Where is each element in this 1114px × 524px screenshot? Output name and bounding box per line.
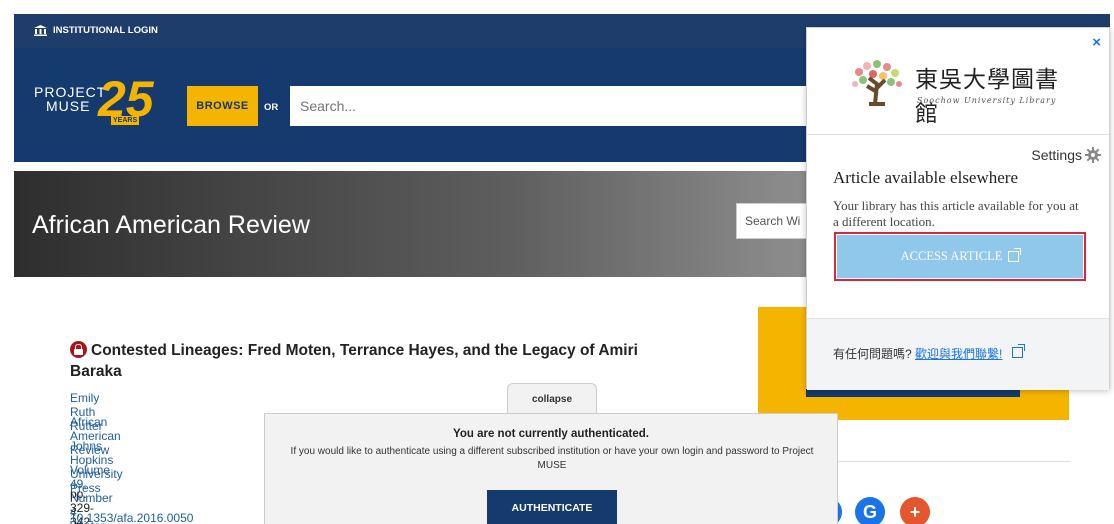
popup-body: Your library has this article available … [833,198,1079,229]
or-label: OR [264,102,279,113]
external-link-icon[interactable] [1011,344,1025,358]
browse-button[interactable]: BROWSE [187,86,258,126]
logo-muse-text: MUSE [46,98,91,114]
auth-description: If you would like to authenticate using … [290,446,814,471]
project-muse-logo[interactable]: PROJECT MUSE 25 YEARS [34,74,174,140]
lock-icon [70,341,87,358]
journal-title[interactable]: African American Review [32,211,310,240]
site-search-input[interactable] [290,86,830,126]
collapse-tab[interactable]: collapse [507,383,597,415]
tree-logo-icon [852,60,902,106]
divider [808,461,1070,462]
library-name: 東吳大學圖書館 [915,67,1059,127]
library-subtitle: Soochow University Library [917,96,1057,105]
google-share-icon[interactable]: G [855,497,885,524]
gear-icon [1085,147,1101,163]
settings-link[interactable]: Settings [1031,147,1101,163]
help-text: 有任何問題嗎? 歡迎與我們聯繫! [833,344,1025,362]
library-access-popup: × 東吳大學圖書館 Soochow University Library Set… [806,27,1110,390]
institutional-login-label: INSTITUTIONAL LOGIN [53,25,158,36]
institutional-login-link[interactable]: INSTITUTIONAL LOGIN [34,25,158,36]
contact-link[interactable]: 歡迎與我們聯繫! [915,347,1002,361]
popup-heading: Article available elsewhere [833,168,1019,187]
popup-separator [807,134,1109,135]
external-link-icon [1008,248,1022,262]
access-article-label: ACCESS ARTICLE [900,249,1003,263]
logo-years-text: YEARS [111,116,140,125]
institution-icon [34,25,47,36]
authenticate-button[interactable]: AUTHENTICATE [487,490,617,524]
article-title-text: Contested Lineages: Fred Moten, Terrance… [70,342,638,380]
add-share-icon[interactable]: + [900,497,930,524]
close-icon[interactable]: × [1092,34,1101,51]
question-text: 有任何問題嗎? [833,347,912,361]
auth-title: You are not currently authenticated. [453,428,649,440]
doi-link[interactable]: 10.1353/afa.2016.0050 [70,511,193,524]
search-within-input[interactable]: Search Wi [736,203,816,239]
settings-label: Settings [1031,147,1082,163]
access-article-button[interactable]: ACCESS ARTICLE [837,235,1083,278]
library-logo: 東吳大學圖書館 Soochow University Library [847,54,1077,127]
popup-footer: 有任何問題嗎? 歡迎與我們聯繫! [807,318,1109,390]
authentication-panel: You are not currently authenticated. If … [264,413,838,524]
article-title: Contested Lineages: Fred Moten, Terrance… [70,340,670,382]
